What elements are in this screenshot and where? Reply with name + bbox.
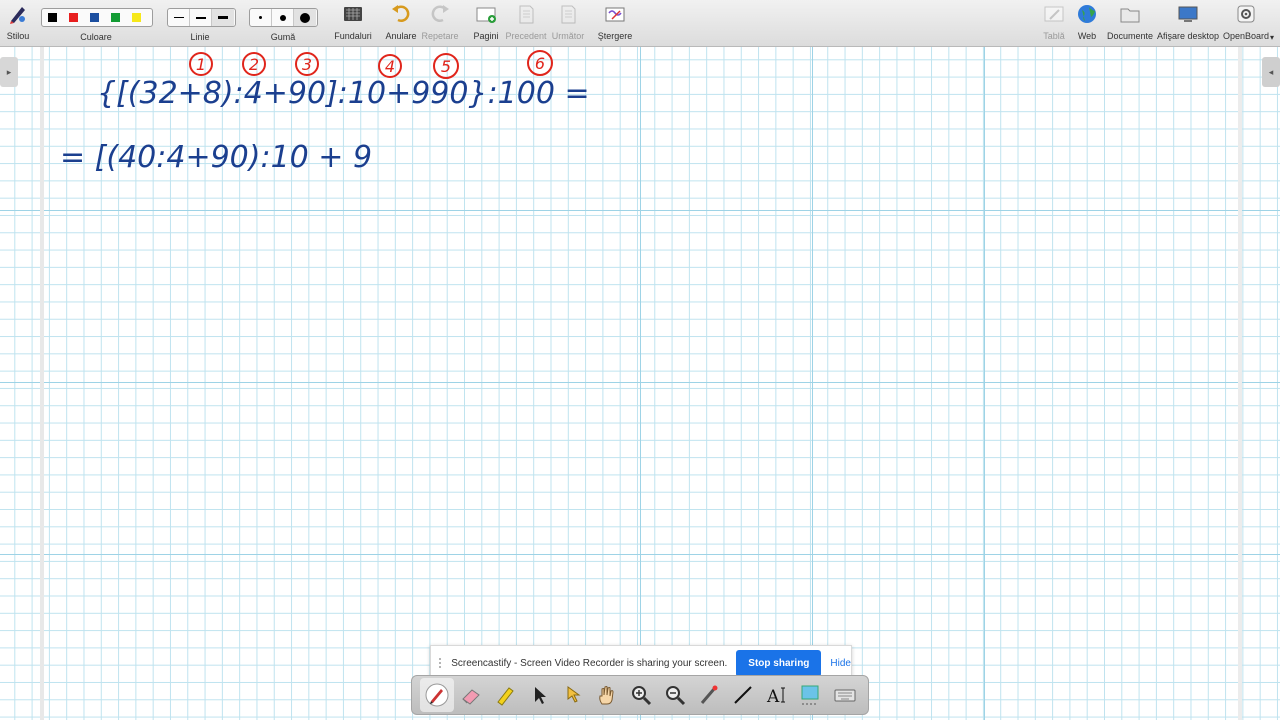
share-message: Screencastify - Screen Video Recorder is… [451, 657, 728, 669]
step-marker-1: 1 [196, 55, 206, 74]
step-marker-2: 2 [249, 55, 259, 74]
step-marker-5: 5 [441, 57, 451, 76]
hide-banner-link[interactable]: Hide [830, 658, 851, 669]
highlighter-tool-icon[interactable] [488, 678, 522, 712]
hand-tool-icon[interactable] [590, 678, 624, 712]
pointer-tool-icon[interactable] [522, 678, 556, 712]
step-marker-4: 4 [385, 57, 395, 76]
expression-line-1: {[(32+8):4+90]:10+990}:100 = [97, 76, 590, 111]
expression-line-2: = [(40:4+90):10 + 9 [60, 140, 372, 175]
eraser-tool-icon[interactable] [454, 678, 488, 712]
laser-pointer-tool-icon[interactable] [692, 678, 726, 712]
pointer-hand-tool-icon[interactable] [556, 678, 590, 712]
drag-handle-icon[interactable] [439, 658, 445, 668]
line-tool-icon[interactable] [726, 678, 760, 712]
capture-tool-icon[interactable] [794, 678, 828, 712]
step-marker-6: 6 [535, 54, 545, 73]
stop-sharing-button[interactable]: Stop sharing [736, 649, 822, 677]
zoom-in-tool-icon[interactable] [624, 678, 658, 712]
step-marker-3: 3 [302, 55, 312, 74]
tool-palette: A [411, 675, 869, 715]
svg-text:A: A [766, 687, 780, 707]
keyboard-tool-icon[interactable] [828, 678, 862, 712]
pen-tool-icon[interactable] [420, 678, 454, 712]
text-tool-icon[interactable]: A [760, 678, 794, 712]
zoom-out-tool-icon[interactable] [658, 678, 692, 712]
